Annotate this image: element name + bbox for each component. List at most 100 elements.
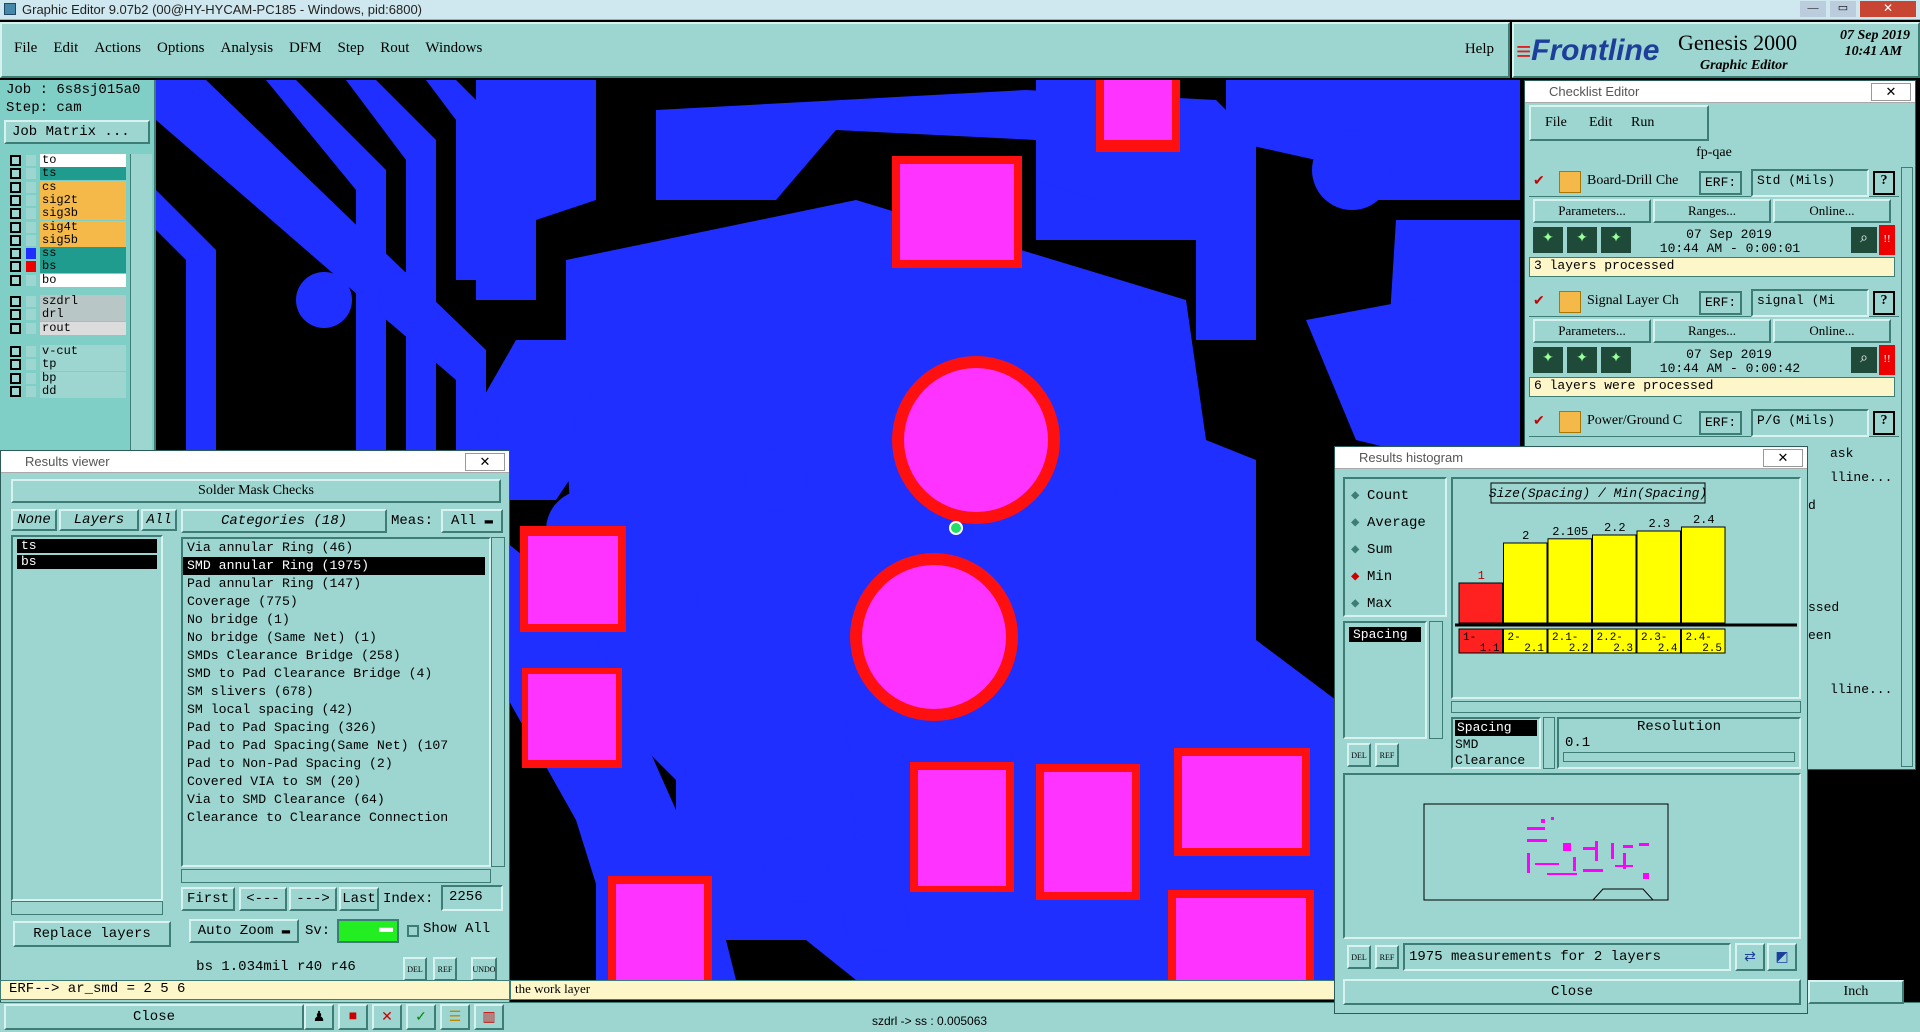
- category-item[interactable]: Clearance to Clearance Connection: [183, 809, 485, 827]
- auto-zoom-select[interactable]: Auto Zoom ▬: [189, 919, 299, 943]
- sub-list-item[interactable]: Spacing: [1455, 720, 1537, 736]
- layer-checkbox[interactable]: [10, 322, 21, 334]
- minimize-button[interactable]: —: [1800, 1, 1826, 17]
- category-item[interactable]: No bridge (1): [183, 611, 485, 629]
- results-viewer-close-icon[interactable]: ✕: [465, 453, 505, 471]
- sub-list-item[interactable]: Clearance: [1453, 753, 1539, 769]
- ranges-button[interactable]: Ranges...: [1653, 319, 1771, 343]
- layer-checkbox[interactable]: [10, 221, 21, 233]
- result-layer-item[interactable]: bs: [17, 555, 157, 569]
- layer-row-to[interactable]: to: [6, 154, 126, 168]
- close-window-button[interactable]: ✕: [1860, 1, 1916, 17]
- menu-step[interactable]: Step: [338, 40, 365, 56]
- layer-row-sig5b[interactable]: sig5b: [6, 233, 126, 248]
- menu-edit[interactable]: Edit: [53, 40, 78, 56]
- layer-checkbox[interactable]: [10, 248, 21, 260]
- sub-list-item[interactable]: SMD: [1453, 737, 1539, 753]
- last-button[interactable]: Last: [339, 887, 379, 911]
- layer-checkbox[interactable]: [10, 168, 21, 180]
- histogram-close-icon[interactable]: ✕: [1763, 449, 1803, 467]
- resolution-slider[interactable]: [1563, 752, 1795, 762]
- layer-checkbox[interactable]: [10, 208, 21, 220]
- menu-analysis[interactable]: Analysis: [221, 40, 274, 56]
- checklist-edit-menu[interactable]: Edit: [1589, 115, 1612, 131]
- online-button[interactable]: Online...: [1773, 319, 1891, 343]
- check-enable-checkbox[interactable]: ✔: [1533, 293, 1545, 310]
- check-icon[interactable]: ✓: [406, 1004, 436, 1030]
- results-viewer-titlebar[interactable]: Results viewer: [1, 451, 509, 473]
- layer-row-bo[interactable]: bo: [6, 273, 126, 288]
- category-item[interactable]: Coverage (775): [183, 593, 485, 611]
- layer-checkbox[interactable]: [10, 155, 21, 166]
- run-icon[interactable]: ✦: [1601, 347, 1631, 373]
- layer-list-hscroll[interactable]: [11, 901, 163, 915]
- layer-color-swatch[interactable]: [26, 155, 36, 166]
- layer-checkbox[interactable]: [10, 359, 21, 371]
- list-icon[interactable]: ☰: [440, 1004, 470, 1030]
- category-item[interactable]: Via to SMD Clearance (64): [183, 791, 485, 809]
- histogram-titlebar[interactable]: Results histogram: [1335, 447, 1807, 469]
- index-field[interactable]: 2256: [441, 885, 503, 911]
- menu-actions[interactable]: Actions: [94, 40, 141, 56]
- zoom-icon[interactable]: ⌕: [1851, 227, 1877, 253]
- layer-checkbox[interactable]: [10, 194, 21, 206]
- left-list-item[interactable]: Spacing: [1349, 627, 1421, 642]
- menu-dfm[interactable]: DFM: [289, 40, 322, 56]
- prev-button[interactable]: <---: [239, 887, 287, 911]
- del-button[interactable]: DEL: [403, 957, 427, 981]
- histogram-left-list[interactable]: Spacing: [1343, 621, 1427, 739]
- maximize-button[interactable]: ▭: [1830, 1, 1856, 17]
- category-item[interactable]: SM slivers (678): [183, 683, 485, 701]
- check-erf-select[interactable]: P/G (Mils): [1751, 409, 1869, 437]
- category-item[interactable]: Via annular Ring (46): [183, 539, 485, 557]
- layer-color-swatch[interactable]: [26, 221, 36, 233]
- sv-color-select[interactable]: ▬: [337, 919, 399, 943]
- run-icon[interactable]: ✦: [1533, 347, 1563, 373]
- checklist-run-menu[interactable]: Run: [1631, 115, 1654, 131]
- category-item[interactable]: Pad to Pad Spacing(Same Net) (107: [183, 737, 485, 755]
- layer-color-swatch[interactable]: [26, 261, 36, 273]
- category-item[interactable]: Pad to Non-Pad Spacing (2): [183, 755, 485, 773]
- mode-option-sum[interactable]: ◆ Sum: [1351, 541, 1392, 558]
- layer-color-swatch[interactable]: [26, 372, 36, 384]
- check-erf-select[interactable]: signal (Mi: [1751, 289, 1869, 317]
- layer-color-swatch[interactable]: [26, 359, 36, 371]
- checklist-file-menu[interactable]: File: [1545, 115, 1567, 131]
- layer-row-ss[interactable]: ss: [6, 247, 126, 261]
- layer-color-swatch[interactable]: [26, 385, 36, 397]
- histogram-ref-button[interactable]: REF: [1375, 743, 1399, 767]
- layer-color-swatch[interactable]: [26, 168, 36, 180]
- undo-button[interactable]: UNDO: [471, 957, 497, 981]
- layer-result-list[interactable]: ts bs: [11, 535, 163, 901]
- layers-button[interactable]: Layers: [59, 509, 139, 531]
- run-icon[interactable]: ✦: [1567, 227, 1597, 253]
- help-icon[interactable]: ?: [1873, 171, 1895, 195]
- layer-color-swatch[interactable]: [26, 309, 36, 321]
- layer-color-swatch[interactable]: [26, 181, 36, 193]
- help-menu[interactable]: Help: [1465, 41, 1494, 58]
- category-list[interactable]: Via annular Ring (46) SMD annular Ring (1…: [181, 537, 491, 867]
- layer-row-ts[interactable]: ts: [6, 167, 126, 181]
- first-button[interactable]: First: [181, 887, 235, 911]
- category-item[interactable]: SMD to Pad Clearance Bridge (4): [183, 665, 485, 683]
- left-list-scroll[interactable]: [1429, 621, 1443, 739]
- chart-hscroll[interactable]: [1451, 701, 1801, 713]
- histogram-sub-list[interactable]: Spacing SMD Clearance: [1451, 717, 1541, 769]
- layer-row-bs[interactable]: bs: [6, 260, 126, 274]
- layer-checkbox[interactable]: [10, 261, 21, 273]
- all-layers-button[interactable]: All: [141, 509, 177, 531]
- layer-color-swatch[interactable]: [26, 274, 36, 286]
- layer-checkbox[interactable]: [10, 274, 21, 286]
- show-all-checkbox[interactable]: [407, 925, 419, 937]
- person-icon[interactable]: ♟: [304, 1004, 334, 1030]
- layer-checkbox[interactable]: [10, 309, 21, 321]
- category-vscroll[interactable]: [491, 537, 505, 867]
- layer-checkbox[interactable]: [10, 345, 21, 357]
- summary-del-button[interactable]: DEL: [1347, 945, 1371, 969]
- layer-row-v-cut[interactable]: v-cut: [6, 344, 126, 359]
- chart-icon[interactable]: ▥: [474, 1004, 504, 1030]
- layer-checkbox[interactable]: [10, 234, 21, 246]
- category-item[interactable]: SMD annular Ring (1975): [183, 557, 485, 575]
- parameters-button[interactable]: Parameters...: [1533, 319, 1651, 343]
- category-item[interactable]: SM local spacing (42): [183, 701, 485, 719]
